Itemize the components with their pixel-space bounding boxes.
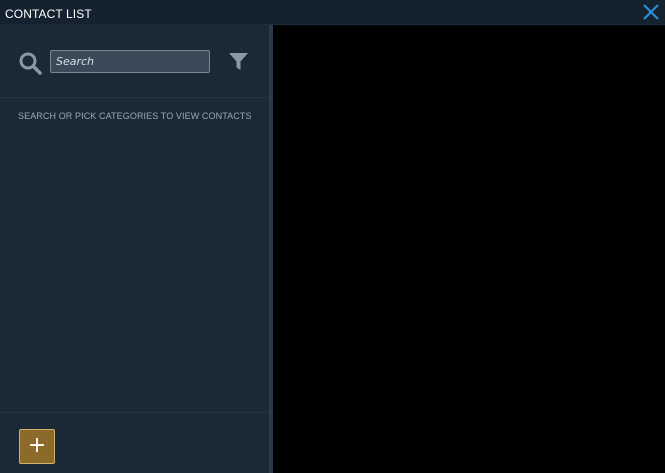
contact-list-window: CONTACT LIST SEARCH OR PICK CATE	[0, 0, 665, 473]
search-icon	[19, 52, 42, 75]
search-input[interactable]	[50, 50, 210, 73]
sidebar-footer: +	[0, 412, 269, 473]
close-button[interactable]	[642, 3, 660, 21]
window-title: CONTACT LIST	[5, 7, 92, 21]
title-bar: CONTACT LIST	[0, 0, 665, 25]
search-button[interactable]	[18, 51, 42, 75]
filter-button[interactable]	[228, 52, 249, 72]
add-contact-button[interactable]: +	[19, 429, 55, 464]
empty-state-hint: SEARCH OR PICK CATEGORIES TO VIEW CONTAC…	[18, 111, 252, 121]
close-icon	[643, 4, 659, 20]
sidebar: SEARCH OR PICK CATEGORIES TO VIEW CONTAC…	[0, 25, 269, 473]
contact-detail-pane	[273, 25, 665, 473]
search-bar	[0, 25, 269, 98]
filter-icon	[229, 53, 248, 70]
